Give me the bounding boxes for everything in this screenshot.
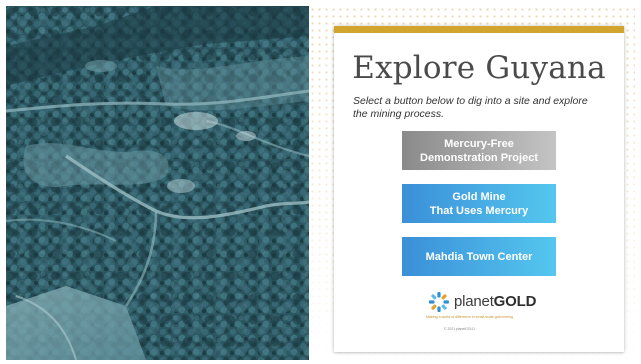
logo-wordmark: planetGOLD (454, 293, 536, 310)
logo-word-planet: planet (454, 293, 494, 310)
page-title: Explore Guyana (352, 50, 606, 86)
logo-tagline: Making a world of difference in small-sc… (426, 315, 514, 319)
logo-word-gold: GOLD (493, 293, 537, 310)
info-panel: Explore Guyana Select a button below to … (309, 6, 635, 360)
mercury-free-project-button[interactable]: Mercury-Free Demonstration Project (402, 131, 556, 170)
planetgold-mark-icon (429, 292, 449, 312)
gold-mine-mercury-button[interactable]: Gold Mine That Uses Mercury (402, 184, 556, 223)
button-label: Mahdia Town Center (425, 250, 533, 263)
planetgold-logo: planetGOLD (428, 291, 568, 313)
button-label-line2: That Uses Mercury (429, 204, 529, 217)
button-label-line1: Gold Mine (452, 190, 506, 203)
button-label-line1: Mercury-Free (444, 137, 514, 150)
copyright-text: © 2021 planetGOLD (444, 327, 475, 331)
button-label-line2: Demonstration Project (420, 151, 538, 164)
explore-card: Explore Guyana Select a button below to … (334, 26, 624, 352)
aerial-landscape-image (6, 6, 309, 360)
gold-accent-bar (334, 26, 624, 33)
instructions-text: Select a button below to dig into a site… (353, 95, 588, 120)
aerial-mining-photo (6, 6, 309, 360)
mahdia-town-center-button[interactable]: Mahdia Town Center (402, 237, 556, 276)
